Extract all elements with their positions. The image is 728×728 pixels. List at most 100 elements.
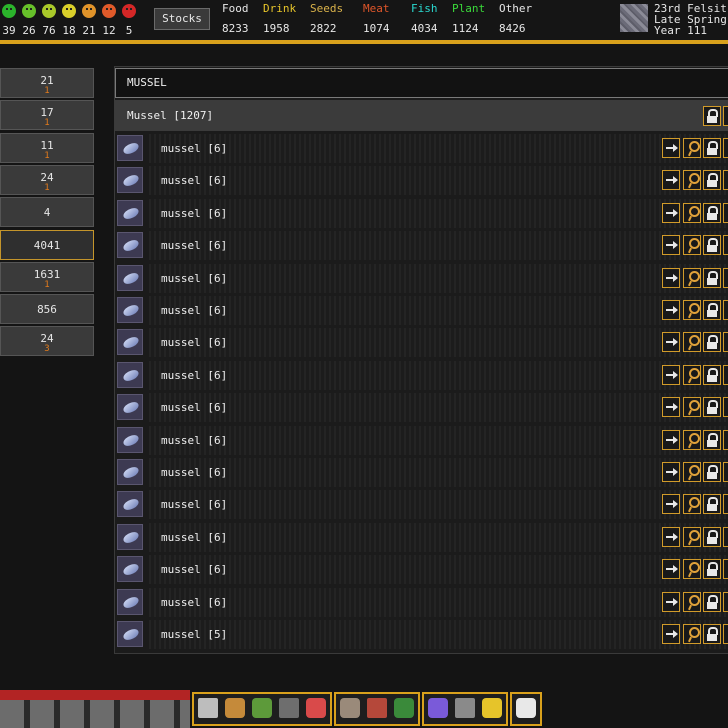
workshop-tool[interactable] — [364, 695, 390, 723]
stat-label-other[interactable]: Other — [499, 2, 532, 15]
trade-icon[interactable] — [662, 235, 680, 256]
lock-icon[interactable] — [703, 624, 721, 644]
trade-icon[interactable] — [662, 494, 680, 515]
trade-icon[interactable] — [662, 202, 680, 223]
lock-icon[interactable] — [703, 300, 721, 320]
dwarf-portrait-tool[interactable] — [391, 695, 417, 723]
more-button[interactable] — [723, 300, 728, 320]
magnify-icon[interactable] — [683, 462, 701, 482]
stat-label-meat[interactable]: Meat — [363, 2, 390, 15]
list-item[interactable]: mussel [6] — [115, 554, 728, 585]
category-button[interactable]: 4041 — [0, 229, 94, 260]
stat-label-food[interactable]: Food — [222, 2, 249, 15]
category-button[interactable]: 24 1 — [0, 164, 94, 195]
more-button[interactable] — [723, 559, 728, 580]
magnify-icon[interactable] — [683, 526, 701, 547]
magnify-icon[interactable] — [683, 624, 701, 644]
minecart-tool[interactable] — [452, 695, 478, 723]
magnify-icon[interactable] — [683, 364, 701, 385]
eraser-tool[interactable] — [303, 695, 329, 723]
stat-label-fish[interactable]: Fish — [411, 2, 438, 15]
lock-icon[interactable] — [703, 591, 721, 612]
stocks-button[interactable]: Stocks — [154, 8, 210, 30]
lock-icon[interactable] — [703, 267, 721, 288]
magnify-icon[interactable] — [683, 138, 701, 158]
more-button[interactable] — [723, 429, 728, 450]
lock-icon[interactable] — [703, 429, 721, 450]
lock-icon[interactable] — [703, 397, 721, 418]
magnify-icon[interactable] — [683, 332, 701, 353]
magnify-icon[interactable] — [683, 494, 701, 515]
list-item[interactable]: mussel [6] — [115, 425, 728, 456]
magnify-icon[interactable] — [683, 202, 701, 223]
category-button[interactable]: 856 — [0, 294, 94, 325]
more-button[interactable] — [723, 397, 728, 418]
category-button[interactable]: 17 1 — [0, 100, 94, 131]
magnify-icon[interactable] — [683, 267, 701, 288]
herb-tool[interactable] — [249, 695, 275, 723]
category-button[interactable]: 21 1 — [0, 68, 94, 98]
trade-icon[interactable] — [662, 397, 680, 418]
trade-icon[interactable] — [662, 591, 680, 612]
more-button[interactable] — [723, 364, 728, 385]
list-item[interactable]: mussel [6] — [115, 522, 728, 553]
magnify-icon[interactable] — [683, 300, 701, 320]
list-item[interactable]: mussel [6] — [115, 489, 728, 520]
group-more-button[interactable] — [723, 106, 728, 126]
stat-label-drink[interactable]: Drink — [263, 2, 296, 15]
more-button[interactable] — [723, 494, 728, 515]
trade-icon[interactable] — [662, 364, 680, 385]
trade-icon[interactable] — [662, 332, 680, 353]
lock-icon[interactable] — [703, 332, 721, 353]
list-item[interactable]: mussel [6] — [115, 327, 728, 358]
axe-tool[interactable] — [222, 695, 248, 723]
lock-icon[interactable] — [703, 170, 721, 191]
trade-icon[interactable] — [662, 526, 680, 547]
lock-icon[interactable] — [703, 235, 721, 256]
list-item[interactable]: mussel [6] — [115, 360, 728, 391]
list-item[interactable]: mussel [6] — [115, 165, 728, 196]
trade-icon[interactable] — [662, 300, 680, 320]
lock-icon[interactable] — [703, 494, 721, 515]
stairs-tool[interactable] — [337, 695, 363, 723]
trade-icon[interactable] — [662, 429, 680, 450]
magnify-icon[interactable] — [683, 235, 701, 256]
zone-tool[interactable] — [425, 695, 451, 723]
more-button[interactable] — [723, 138, 728, 158]
magnify-icon[interactable] — [683, 429, 701, 450]
group-lock-icon[interactable] — [703, 106, 721, 126]
more-button[interactable] — [723, 202, 728, 223]
lock-icon[interactable] — [703, 462, 721, 482]
more-button[interactable] — [723, 591, 728, 612]
category-button[interactable]: 24 3 — [0, 326, 94, 357]
category-button[interactable]: 11 1 — [0, 132, 94, 163]
trade-icon[interactable] — [662, 138, 680, 158]
visibility-lock-tool[interactable] — [513, 695, 539, 723]
list-item[interactable]: mussel [6] — [115, 133, 728, 164]
trade-icon[interactable] — [662, 462, 680, 482]
stat-label-plant[interactable]: Plant — [452, 2, 485, 15]
stat-label-seeds[interactable]: Seeds — [310, 2, 343, 15]
list-item[interactable]: mussel [6] — [115, 457, 728, 488]
trade-icon[interactable] — [662, 170, 680, 191]
more-button[interactable] — [723, 267, 728, 288]
lock-icon[interactable] — [703, 559, 721, 580]
magnify-icon[interactable] — [683, 591, 701, 612]
group-header[interactable]: Mussel [1207] — [115, 100, 728, 131]
trade-icon[interactable] — [662, 267, 680, 288]
more-button[interactable] — [723, 526, 728, 547]
lock-icon[interactable] — [703, 202, 721, 223]
stone-block-tool[interactable] — [276, 695, 302, 723]
magnify-icon[interactable] — [683, 170, 701, 191]
lock-icon[interactable] — [703, 364, 721, 385]
magnify-icon[interactable] — [683, 559, 701, 580]
list-item[interactable]: mussel [5] — [115, 619, 728, 650]
list-item[interactable]: mussel [6] — [115, 295, 728, 326]
list-item[interactable]: mussel [6] — [115, 392, 728, 423]
more-button[interactable] — [723, 462, 728, 482]
trade-icon[interactable] — [662, 624, 680, 644]
more-button[interactable] — [723, 332, 728, 353]
lock-icon[interactable] — [703, 138, 721, 158]
magnify-icon[interactable] — [683, 397, 701, 418]
list-item[interactable]: mussel [6] — [115, 263, 728, 294]
